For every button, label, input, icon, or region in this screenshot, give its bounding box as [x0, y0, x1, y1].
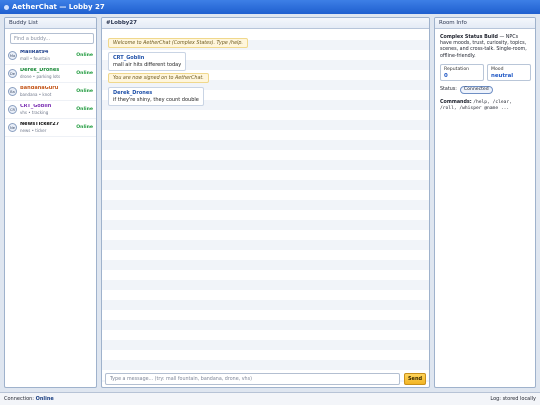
status-bar: Connection: Online Log: stored locally — [0, 392, 540, 405]
buddy-item[interactable]: De Derek_Drones drone • parking lots Online — [5, 65, 96, 83]
avatar: Ma — [8, 51, 17, 60]
commands-help: Commands: /help, /clear, /roll, /whisper… — [435, 94, 535, 112]
buddy-status: Online — [76, 107, 93, 112]
message-text: if they're shiny, they count double — [113, 96, 199, 103]
avatar: De — [8, 69, 17, 78]
room-info-panel: Room Info Complex Status Build — NPCs ha… — [434, 17, 536, 388]
status-badge: Connected — [459, 85, 493, 94]
buddy-item[interactable]: Ba BandanaGuru bandana • knot Online — [5, 83, 96, 101]
app-icon — [4, 4, 9, 10]
log-status: Log: stored locally — [490, 396, 536, 402]
buddy-text: CRT_Goblin vhs • tracking — [20, 104, 76, 115]
buddy-interests: news • ticker — [20, 127, 47, 133]
buddy-text: NewsTicker27 news • ticker — [20, 122, 76, 133]
build-label: Complex Status Build — [440, 35, 498, 40]
title-bar: AetherChat — Lobby 27 — [0, 0, 540, 14]
room-info-title: Room Info — [439, 20, 467, 26]
avatar: Ne — [8, 123, 17, 132]
message-author[interactable]: CRT_Goblin — [113, 55, 181, 62]
connection-label: Connection: — [4, 396, 34, 402]
reputation-stat: Reputation 0 — [440, 63, 484, 81]
buddy-rows: Ma MallRat94 mall • fountain Online De Derek_… — [5, 47, 96, 137]
chat-panel: #Lobby27 Welcome to AetherChat (Complex … — [101, 17, 430, 388]
connection-value: Online — [35, 396, 54, 402]
buddy-status: Online — [76, 53, 93, 58]
reputation-value: 0 — [444, 72, 448, 79]
buddy-text: MallRat94 mall • fountain — [20, 50, 76, 61]
message-input[interactable]: Type a message... (try: mall fountain, b… — [105, 373, 401, 385]
buddy-search-input[interactable]: Find a buddy... — [10, 33, 94, 44]
message-author[interactable]: Derek_Drones — [113, 90, 199, 97]
system-message: You are now signed on to AetherChat. — [108, 73, 209, 83]
buddy-item[interactable]: CR CRT_Goblin vhs • tracking Online — [5, 101, 96, 119]
channel-title: #Lobby27 — [106, 20, 138, 26]
window-title: AetherChat — Lobby 27 — [12, 3, 105, 11]
send-button[interactable]: Send — [404, 373, 426, 385]
system-message: Welcome to AetherChat (Complex States). … — [108, 38, 248, 48]
room-description: Complex Status Build — NPCs have moods, … — [435, 29, 535, 60]
buddy-list-header: Buddy List — [5, 18, 96, 29]
message-composer: Type a message... (try: mall fountain, b… — [105, 372, 426, 386]
chat-message: CRT_Goblin mall air hits different today — [108, 52, 187, 72]
mood-value: neutral — [491, 72, 514, 79]
buddy-list-title: Buddy List — [9, 20, 38, 26]
buddy-interests: mall • fountain — [20, 55, 51, 61]
mood-stat: Mood neutral — [487, 63, 531, 81]
buddy-item[interactable]: Ne NewsTicker27 news • ticker Online — [5, 119, 96, 137]
connection-status: Status: Connected — [435, 81, 535, 94]
buddy-interests: vhs • tracking — [20, 109, 49, 115]
chat-header: #Lobby27 — [102, 18, 429, 29]
buddy-status: Online — [76, 71, 93, 76]
room-stats: Reputation 0 Mood neutral — [435, 60, 535, 81]
buddy-text: Derek_Drones drone • parking lots — [20, 68, 76, 79]
buddy-item[interactable]: Ma MallRat94 mall • fountain Online — [5, 47, 96, 65]
message-text: mall air hits different today — [113, 61, 182, 68]
buddy-status: Online — [76, 125, 93, 130]
buddy-list-panel: Buddy List Find a buddy... Ma MallRat94 ma… — [4, 17, 97, 388]
avatar: Ba — [8, 87, 17, 96]
status-label: Status: — [440, 87, 457, 93]
avatar: CR — [8, 105, 17, 114]
buddy-interests: bandana • knot — [20, 91, 52, 97]
message-log[interactable]: Welcome to AetherChat (Complex States). … — [102, 30, 429, 382]
buddy-text: BandanaGuru bandana • knot — [20, 86, 76, 97]
connection-indicator: Connection: Online — [4, 396, 54, 402]
buddy-status: Online — [76, 89, 93, 94]
buddy-interests: drone • parking lots — [20, 73, 61, 79]
chat-message: Derek_Drones if they're shiny, they coun… — [108, 87, 204, 107]
room-info-header: Room Info — [435, 18, 535, 29]
commands-label: Commands: — [440, 99, 472, 105]
